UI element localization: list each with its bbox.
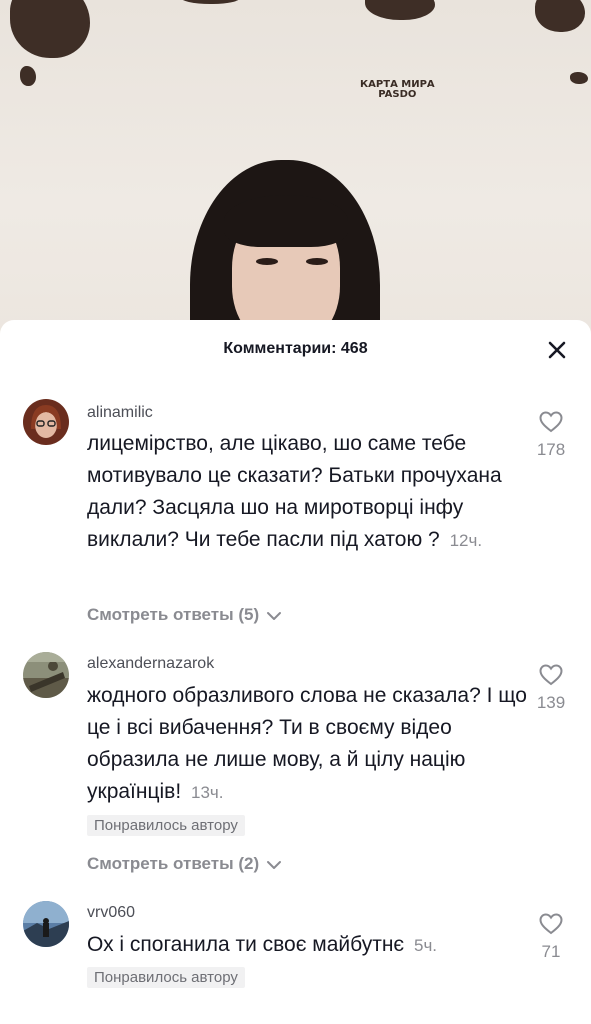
comment-body: жодного образливого слова не сказала? І … (87, 684, 527, 803)
avatar[interactable] (23, 399, 69, 445)
video-background: КАРТА МИРА PASDO (0, 0, 591, 340)
view-replies-label: Смотреть ответы (5) (87, 605, 260, 624)
map-decoration (535, 0, 585, 32)
like-count: 139 (536, 693, 566, 712)
comment-username[interactable]: alinamilic (87, 404, 153, 422)
comment-body: Ох і споганила ти своє майбутнє (87, 933, 405, 956)
chevron-down-icon (266, 860, 281, 869)
comment-username[interactable]: alexandernazarok (87, 655, 214, 673)
avatar[interactable] (23, 901, 69, 947)
comment-body: лицемірство, але цікаво, шо саме тебе мо… (87, 432, 502, 551)
comment-text: лицемірство, але цікаво, шо саме тебе мо… (87, 428, 527, 557)
person-eye (256, 258, 278, 265)
avatar-image (23, 652, 69, 698)
close-icon (548, 341, 566, 359)
comment-time: 5ч. (413, 936, 438, 955)
sheet-header: Комментарии: 468 (0, 320, 591, 380)
person-eye (306, 258, 328, 265)
map-decoration (365, 0, 435, 20)
view-replies-label: Смотреть ответы (2) (87, 854, 260, 873)
like-button[interactable]: 178 (531, 411, 571, 460)
avatar-image (23, 399, 69, 445)
chevron-down-icon (266, 611, 281, 620)
map-decoration (180, 0, 240, 4)
avatar-image (23, 901, 69, 947)
comment-username[interactable]: vrv060 (87, 904, 135, 922)
comment-text: жодного образливого слова не сказала? І … (87, 680, 527, 809)
heart-outline-icon (539, 411, 563, 433)
liked-by-creator-badge: Понравилось автору (87, 967, 245, 988)
wall-sign: КАРТА МИРА PASDO (360, 80, 435, 100)
view-replies-button[interactable]: Смотреть ответы (5) (87, 605, 282, 625)
wall-sign-line2: PASDO (378, 89, 417, 100)
like-count: 71 (541, 942, 561, 961)
close-button[interactable] (545, 338, 569, 362)
comments-title: Комментарии: 468 (223, 340, 368, 357)
map-decoration (570, 72, 588, 84)
comment-text: Ох і споганила ти своє майбутнє 5ч. (87, 929, 527, 962)
heart-outline-icon (539, 913, 563, 935)
person-fringe (224, 195, 348, 247)
like-button[interactable]: 139 (531, 664, 571, 713)
comment-time: 12ч. (449, 531, 483, 550)
avatar[interactable] (23, 652, 69, 698)
liked-by-creator-badge: Понравилось автору (87, 815, 245, 836)
heart-outline-icon (539, 664, 563, 686)
comment-time: 13ч. (191, 783, 224, 802)
map-decoration (20, 66, 36, 86)
like-count: 178 (536, 440, 566, 459)
like-button[interactable]: 71 (531, 913, 571, 962)
map-decoration (10, 0, 90, 58)
view-replies-button[interactable]: Смотреть ответы (2) (87, 854, 282, 874)
